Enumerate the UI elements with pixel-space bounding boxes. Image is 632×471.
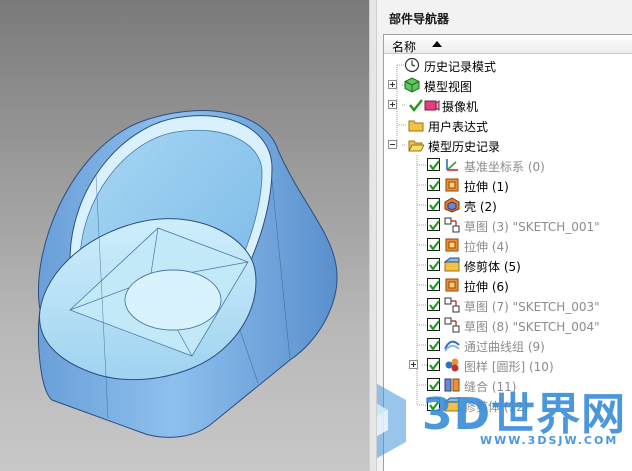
checkmark-icon — [429, 260, 440, 271]
sew-icon — [444, 378, 460, 392]
checkmark-icon — [429, 200, 440, 211]
model-views-icon — [404, 77, 420, 93]
clock-icon — [404, 57, 420, 73]
feature-label: 草图 (3) "SKETCH_001" — [464, 220, 600, 234]
feature-checkbox[interactable] — [427, 398, 440, 411]
feature-row[interactable]: 修剪体 (5) — [384, 255, 632, 275]
feature-label: 缝合 (11) — [464, 380, 517, 394]
checkmark-icon — [409, 99, 423, 113]
checkmark-icon — [429, 180, 440, 191]
checkmark-icon — [429, 220, 440, 231]
feature-checkbox[interactable] — [427, 238, 440, 251]
feature-row[interactable]: 壳 (2) — [384, 195, 632, 215]
through-curves-icon — [444, 340, 460, 352]
expand-icon[interactable] — [388, 80, 397, 89]
datum-csys-icon — [446, 159, 458, 171]
shell-icon — [444, 197, 460, 213]
feature-row[interactable]: 草图 (8) "SKETCH_004" — [384, 315, 632, 335]
feature-checkbox[interactable] — [427, 358, 440, 371]
feature-label: 通过曲线组 (9) — [464, 340, 545, 354]
tree-item-label: 模型历史记录 — [428, 140, 501, 154]
feature-row[interactable]: 通过曲线组 (9) — [384, 335, 632, 355]
checkmark-icon — [429, 380, 440, 391]
feature-row[interactable]: 图样 [圆形] (10) — [384, 355, 632, 375]
checkmark-icon — [429, 400, 440, 411]
part-model[interactable] — [0, 0, 369, 471]
tree-item-user-expressions[interactable]: 用户表达式 — [384, 115, 632, 135]
feature-row[interactable]: 草图 (3) "SKETCH_001" — [384, 215, 632, 235]
checkmark-icon — [429, 240, 440, 251]
pattern-icon — [445, 358, 459, 372]
feature-checkbox[interactable] — [427, 278, 440, 291]
navigator-tree[interactable]: 名称 历史记录模式 模型视图 摄像机 用户表达式 模型历史记录 基准坐标系 (0… — [383, 34, 632, 471]
extrude-icon — [445, 178, 459, 192]
checkmark-icon — [429, 340, 440, 351]
tree-item-label: 用户表达式 — [428, 120, 489, 134]
graphics-viewport[interactable] — [0, 0, 369, 471]
extrude-icon — [445, 278, 459, 292]
panel-splitter[interactable] — [369, 0, 377, 471]
feature-label: 壳 (2) — [464, 200, 497, 214]
part-navigator: 部件导航器 名称 历史记录模式 模型视图 摄像机 用户表达式 模型历史记录 基准… — [377, 0, 632, 471]
checkmark-icon — [429, 160, 440, 171]
feature-checkbox[interactable] — [427, 218, 440, 231]
expand-icon[interactable] — [388, 100, 397, 109]
feature-checkbox[interactable] — [427, 338, 440, 351]
navigator-title: 部件导航器 — [389, 12, 450, 26]
extrude-icon — [445, 238, 459, 252]
sketch-icon — [444, 317, 460, 333]
feature-row[interactable]: 拉伸 (1) — [384, 175, 632, 195]
feature-label: 拉伸 (1) — [464, 180, 509, 194]
feature-row[interactable]: 拉伸 (4) — [384, 235, 632, 255]
feature-checkbox[interactable] — [427, 178, 440, 191]
trim-body-icon — [444, 397, 460, 412]
feature-checkbox[interactable] — [427, 298, 440, 311]
trim-body-icon — [444, 257, 460, 272]
feature-label: 基准坐标系 (0) — [464, 160, 545, 174]
checkmark-icon — [429, 320, 440, 331]
feature-row[interactable]: 缝合 (11) — [384, 375, 632, 395]
checkmark-icon — [429, 280, 440, 291]
feature-checkbox[interactable] — [427, 258, 440, 271]
feature-checkbox[interactable] — [427, 198, 440, 211]
feature-label: 图样 [圆形] (10) — [464, 360, 554, 374]
collapse-icon[interactable] — [388, 140, 397, 149]
tree-item-history-mode[interactable]: 历史记录模式 — [384, 55, 632, 75]
checkmark-icon — [429, 360, 440, 371]
checkmark-icon — [429, 300, 440, 311]
feature-checkbox[interactable] — [427, 378, 440, 391]
camera-icon — [424, 100, 440, 111]
tree-item-label: 摄像机 — [442, 100, 479, 114]
feature-label: 草图 (7) "SKETCH_003" — [464, 300, 600, 314]
tree-item-label: 历史记录模式 — [424, 60, 497, 74]
feature-label: 修剪体 (12) — [464, 400, 529, 414]
feature-label: 拉伸 (4) — [464, 240, 509, 254]
feature-checkbox[interactable] — [427, 318, 440, 331]
feature-row[interactable]: 修剪体 (12) — [384, 395, 632, 415]
feature-label: 草图 (8) "SKETCH_004" — [464, 320, 600, 334]
feature-row[interactable]: 草图 (7) "SKETCH_003" — [384, 295, 632, 315]
feature-row[interactable]: 拉伸 (6) — [384, 275, 632, 295]
folder-icon — [408, 120, 424, 132]
feature-label: 拉伸 (6) — [464, 280, 509, 294]
sketch-icon — [444, 297, 460, 313]
open-folder-icon — [408, 140, 424, 152]
tree-item-cameras[interactable]: 摄像机 — [384, 95, 632, 115]
tree-item-label: 模型视图 — [424, 80, 473, 94]
feature-checkbox[interactable] — [427, 158, 440, 171]
sketch-icon — [444, 217, 460, 233]
feature-row[interactable]: 基准坐标系 (0) — [384, 155, 632, 175]
expand-icon[interactable] — [409, 360, 418, 369]
feature-label: 修剪体 (5) — [464, 260, 521, 274]
tree-item-model-views[interactable]: 模型视图 — [384, 75, 632, 95]
tree-item-model-history[interactable]: 模型历史记录 — [384, 135, 632, 155]
